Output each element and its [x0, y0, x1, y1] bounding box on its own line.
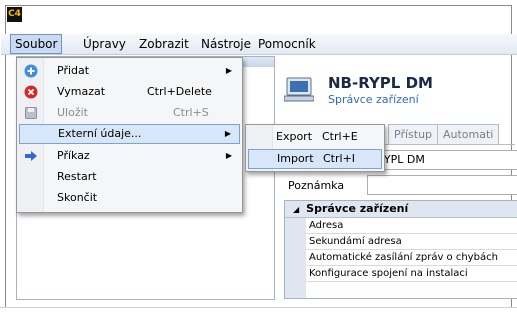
menu-item-vymazat[interactable]: Vymazat Ctrl+Delete [19, 82, 240, 102]
menu-item-shortcut: Ctrl+S [173, 106, 209, 119]
menu-item-label: Export [276, 130, 313, 143]
property-row[interactable]: Sekundámí adresa [285, 234, 517, 250]
menu-item-label: Uložit [57, 106, 88, 119]
device-title: NB-RYPL DM [328, 74, 433, 92]
soubor-dropdown-menu: Přidat ▶ Vymazat Ctrl+Delete Uložit Ctrl… [16, 57, 243, 213]
menu-item-label: Vymazat [57, 85, 106, 98]
menu-item-externi-udaje[interactable]: Externí údaje... ▶ [19, 124, 240, 144]
menu-soubor[interactable]: Soubor [10, 34, 63, 54]
note-field[interactable] [367, 175, 517, 195]
menu-item-shortcut: Ctrl+E [322, 130, 358, 143]
property-grid-gutter [285, 218, 306, 298]
plus-circle-icon [24, 64, 38, 78]
menu-item-skoncit[interactable]: Skončit [19, 188, 240, 208]
menu-upravy[interactable]: Úpravy [83, 34, 126, 54]
property-grid[interactable]: ◢ Správce zařízení Adresa Sekundámí adres… [284, 200, 517, 299]
menu-pomocnik[interactable]: Pomocník [258, 34, 316, 54]
menu-item-label: Restart [57, 170, 97, 183]
app-logo-icon: C4 [7, 7, 22, 22]
menu-item-restart[interactable]: Restart [19, 167, 240, 187]
menu-item-label: Import [277, 152, 314, 165]
submenu-arrow-icon: ▶ [225, 66, 232, 75]
computer-icon [284, 77, 314, 102]
menu-item-label: Přidat [57, 64, 90, 77]
property-row[interactable]: Konfigurace spojení na instalaci [285, 266, 517, 282]
arrow-right-icon [25, 151, 37, 161]
externi-udaje-submenu: Export Ctrl+E Import Ctrl+I [245, 124, 385, 172]
property-row[interactable]: Adresa [285, 218, 517, 234]
menu-item-label: Příkaz [57, 149, 90, 162]
menu-item-prikaz[interactable]: Příkaz ▶ [19, 146, 240, 166]
property-row[interactable]: Automatické zasílání zpráv o chybách [285, 250, 517, 266]
property-group-title: Správce zařízení [306, 202, 409, 215]
menu-item-shortcut: Ctrl+I [323, 152, 356, 165]
tab-automatizace[interactable]: Automati [437, 124, 500, 144]
menu-item-import[interactable]: Import Ctrl+I [248, 149, 382, 169]
tab-pristup[interactable]: Přístup [388, 124, 439, 144]
menu-item-pridat[interactable]: Přidat ▶ [19, 61, 240, 81]
submenu-arrow-icon: ▶ [224, 129, 231, 138]
menu-item-label: Externí údaje... [58, 127, 142, 140]
menu-bar: Soubor Úpravy Zobrazit Nástroje Pomocník [1, 34, 517, 55]
save-disk-icon [25, 107, 37, 119]
property-group-header[interactable]: ◢ Správce zařízení [285, 201, 517, 218]
status-bar [0, 307, 517, 328]
menu-item-label: Skončit [57, 191, 98, 204]
menu-item-shortcut: Ctrl+Delete [147, 85, 212, 98]
device-subtitle: Správce zařízení [328, 93, 419, 106]
menu-nastroje[interactable]: Nástroje [201, 34, 251, 54]
note-label: Poznámka [288, 179, 345, 192]
submenu-arrow-icon: ▶ [225, 151, 232, 160]
menu-zobrazit[interactable]: Zobrazit [139, 34, 189, 54]
menu-item-ulozit[interactable]: Uložit Ctrl+S [19, 103, 240, 123]
delete-circle-icon [24, 85, 38, 99]
menu-item-export[interactable]: Export Ctrl+E [248, 127, 382, 147]
collapse-triangle-icon[interactable]: ◢ [293, 205, 299, 214]
